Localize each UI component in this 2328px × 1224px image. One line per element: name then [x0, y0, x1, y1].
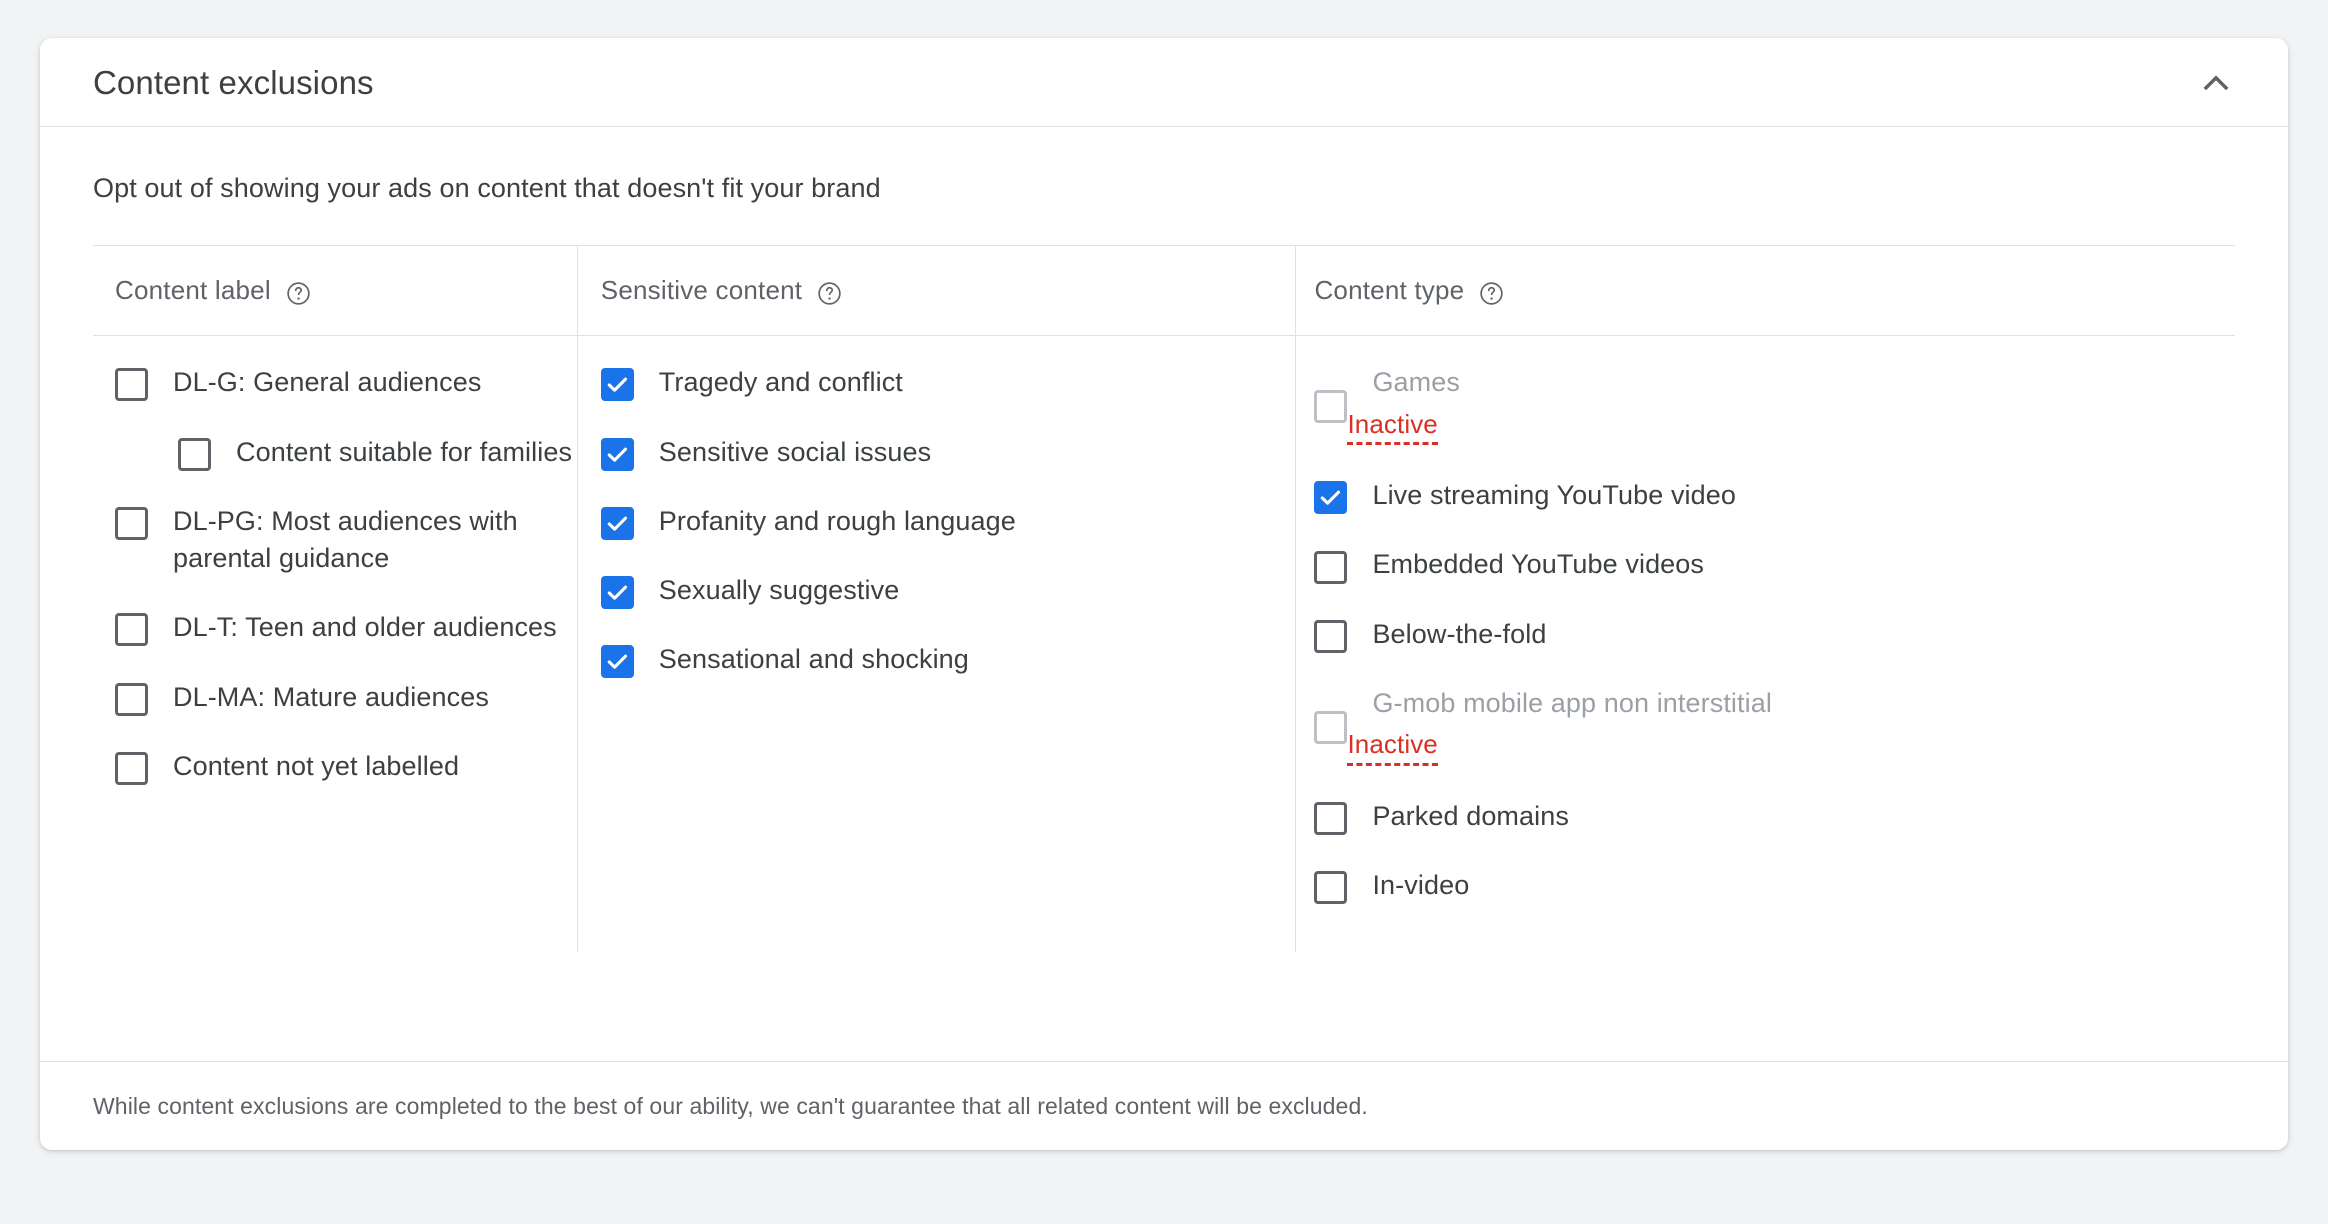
checkbox-row[interactable]: Embedded YouTube videos — [1314, 546, 2235, 584]
page-title: Content exclusions — [93, 63, 374, 101]
chevron-up-icon — [2203, 75, 2229, 91]
checkbox-label: Games — [1372, 367, 1460, 398]
checkbox-list-content-label: DL-G: General audiences Content suitable… — [93, 336, 577, 952]
column-header-label: Content type — [1314, 275, 1465, 306]
checkbox-checked-icon[interactable] — [600, 437, 634, 471]
checkbox-row[interactable]: Content not yet labelled — [115, 748, 577, 785]
column-header-content-label: Content label — [93, 246, 577, 337]
checkbox-checked-icon[interactable] — [1314, 481, 1348, 515]
checkbox-label: Below-the-fold — [1372, 618, 1547, 649]
column-header-sensitive-content: Sensitive content — [577, 246, 1296, 337]
checkbox-row[interactable]: Parked domains — [1314, 798, 2235, 835]
exclusions-grid: Content label DL-G: General audiences Co… — [93, 245, 2236, 953]
footer-disclaimer: While content exclusions are completed t… — [93, 1092, 1368, 1119]
checkbox-unchecked-icon[interactable] — [115, 368, 148, 402]
checkbox-label: Content suitable for families — [236, 436, 573, 467]
checkbox-checked-icon[interactable] — [600, 645, 634, 679]
checkbox-checked-icon[interactable] — [600, 506, 634, 540]
checkbox-row[interactable]: Tragedy and conflict — [600, 364, 1296, 402]
checkbox-unchecked-icon[interactable] — [115, 613, 148, 647]
checkbox-disabled-icon — [1314, 710, 1348, 744]
collapse-section-button[interactable] — [2180, 46, 2252, 118]
checkbox-row[interactable]: Content suitable for families — [178, 434, 577, 471]
checkbox-label: Content not yet labelled — [173, 750, 460, 781]
checkbox-unchecked-icon[interactable] — [115, 682, 148, 716]
card-footer: While content exclusions are completed t… — [40, 1061, 2288, 1150]
status-badge-inactive[interactable]: Inactive — [1347, 728, 1438, 766]
column-header-content-type: Content type — [1296, 246, 2236, 337]
column-header-label: Sensitive content — [600, 275, 803, 306]
checkbox-unchecked-icon[interactable] — [1314, 801, 1348, 835]
checkbox-row[interactable]: Sensational and shocking — [600, 641, 1296, 679]
checkbox-row[interactable]: DL-PG: Most audiences with parental guid… — [115, 503, 577, 578]
checkbox-label: Parked domains — [1372, 800, 1569, 831]
checkbox-list-content-type: Games Inactive Live streaming YouTube vi… — [1296, 336, 2235, 952]
checkbox-row[interactable]: Sensitive social issues — [600, 434, 1296, 471]
help-circle-icon[interactable] — [1478, 280, 1505, 307]
checkbox-label: G-mob mobile app non interstitial — [1372, 687, 1772, 718]
checkbox-label: DL-T: Teen and older audiences — [173, 612, 557, 643]
card-header: Content exclusions — [40, 38, 2288, 127]
checkbox-checked-icon[interactable] — [600, 368, 634, 402]
checkbox-row: G-mob mobile app non interstitial Inacti… — [1314, 685, 2235, 766]
checkbox-row[interactable]: Live streaming YouTube video — [1314, 477, 2235, 515]
checkbox-unchecked-icon[interactable] — [115, 506, 148, 540]
checkbox-label: Sexually suggestive — [658, 575, 900, 606]
checkbox-row: Games Inactive — [1314, 364, 2235, 446]
column-header-label: Content label — [115, 275, 271, 306]
checkbox-unchecked-icon[interactable] — [1314, 619, 1348, 653]
section-subtitle: Opt out of showing your ads on content t… — [93, 173, 881, 203]
checkbox-row[interactable]: In-video — [1314, 867, 2235, 905]
checkbox-row[interactable]: DL-G: General audiences — [115, 364, 577, 402]
card-body: Opt out of showing your ads on content t… — [40, 127, 2288, 953]
checkbox-list-sensitive-content: Tragedy and conflict Sensitive social is… — [578, 336, 1296, 952]
checkbox-label: Sensitive social issues — [658, 436, 932, 467]
checkbox-label: Tragedy and conflict — [658, 367, 903, 398]
checkbox-checked-icon[interactable] — [600, 576, 634, 610]
checkbox-label: Embedded YouTube videos — [1372, 549, 1705, 580]
checkbox-unchecked-icon[interactable] — [1314, 550, 1348, 584]
column-content-label: Content label DL-G: General audiences Co… — [93, 246, 577, 952]
checkbox-row[interactable]: DL-MA: Mature audiences — [115, 679, 577, 716]
content-exclusions-card: Content exclusions Opt out of showing yo… — [40, 38, 2288, 1150]
checkbox-label: DL-MA: Mature audiences — [173, 681, 489, 712]
status-badge-inactive[interactable]: Inactive — [1347, 408, 1438, 446]
checkbox-disabled-icon — [1314, 390, 1348, 424]
column-content-type: Content type Games Inactive Live streami… — [1295, 246, 2236, 953]
checkbox-unchecked-icon[interactable] — [115, 751, 148, 785]
checkbox-row[interactable]: DL-T: Teen and older audiences — [115, 609, 577, 647]
checkbox-label: Profanity and rough language — [658, 505, 1016, 536]
checkbox-row[interactable]: Sexually suggestive — [600, 572, 1296, 610]
checkbox-unchecked-icon[interactable] — [178, 437, 211, 471]
checkbox-label: In-video — [1372, 869, 1470, 900]
checkbox-label: DL-G: General audiences — [173, 367, 482, 398]
help-circle-icon[interactable] — [816, 280, 843, 307]
checkbox-row[interactable]: Profanity and rough language — [600, 503, 1296, 540]
checkbox-unchecked-icon[interactable] — [1314, 871, 1348, 905]
checkbox-label: DL-PG: Most audiences with parental guid… — [173, 505, 518, 574]
help-circle-icon[interactable] — [285, 280, 312, 307]
checkbox-label: Live streaming YouTube video — [1372, 480, 1736, 511]
checkbox-label: Sensational and shocking — [658, 644, 969, 675]
column-sensitive-content: Sensitive content Tragedy and conflict S… — [576, 246, 1296, 953]
checkbox-row[interactable]: Below-the-fold — [1314, 616, 2235, 653]
